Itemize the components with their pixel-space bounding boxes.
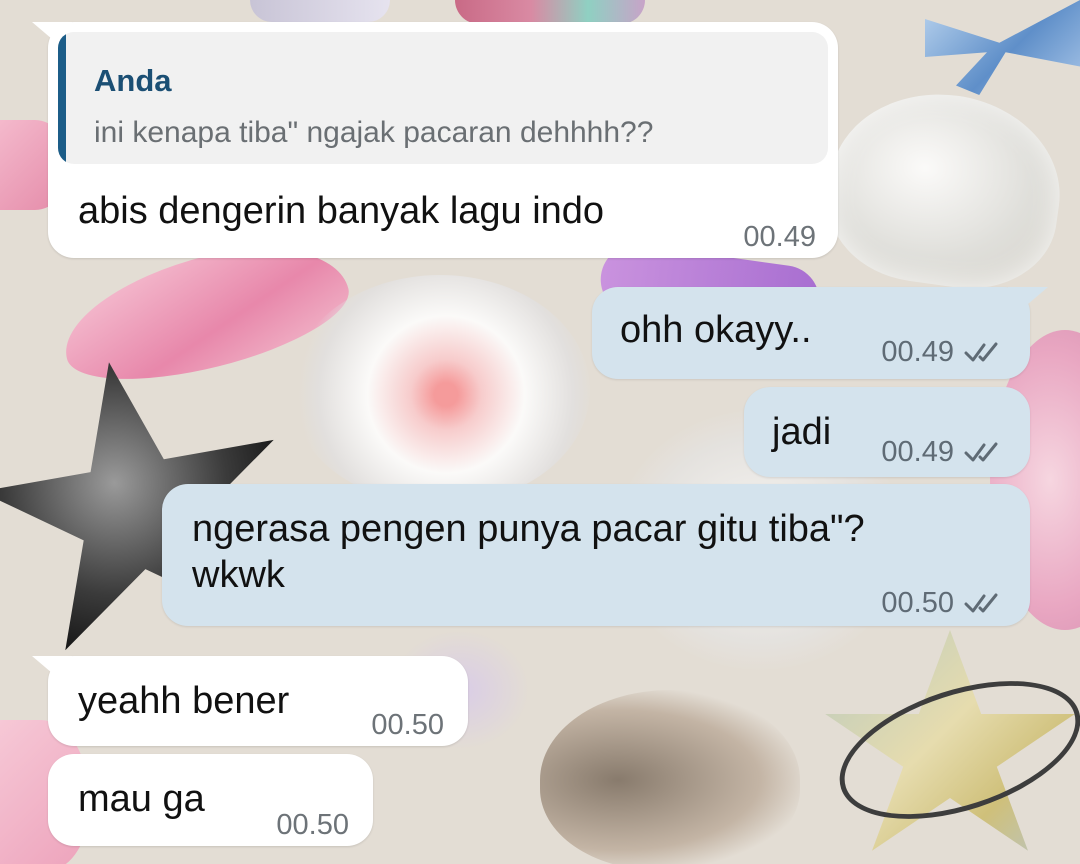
time-label: 00.49 bbox=[881, 336, 954, 368]
quote-text: ini kenapa tiba" ngajak pacaran dehhhh?? bbox=[94, 116, 654, 149]
message-timestamp: 00.50 bbox=[371, 702, 444, 748]
quote-accent-bar bbox=[58, 32, 66, 164]
double-check-icon bbox=[964, 593, 998, 613]
message-text: abis dengerin banyak lagu indo bbox=[78, 190, 605, 232]
message-timestamp: 00.49 bbox=[881, 329, 1004, 375]
message-text: jadi bbox=[772, 411, 832, 453]
wallpaper-decoration bbox=[455, 0, 645, 24]
wallpaper-decoration bbox=[817, 79, 1073, 301]
quote-author: Anda bbox=[94, 63, 172, 98]
time-label: 00.49 bbox=[881, 436, 954, 468]
time-label: 00.50 bbox=[371, 709, 444, 741]
message-bubble-outgoing[interactable]: ohh okayy.. 00.49 bbox=[592, 287, 1048, 379]
message-timestamp: 00.49 bbox=[743, 214, 816, 260]
message-bubble-outgoing[interactable]: jadi 00.49 bbox=[744, 387, 1030, 477]
message-bubble-incoming[interactable]: mau ga 00.50 bbox=[48, 754, 373, 846]
message-bubble-incoming[interactable]: yeahh bener 00.50 bbox=[32, 656, 468, 748]
wallpaper-decoration bbox=[540, 690, 800, 864]
double-check-icon bbox=[964, 342, 998, 362]
message-timestamp: 00.50 bbox=[881, 580, 1004, 626]
message-text: yeahh bener bbox=[78, 680, 290, 722]
reply-quote[interactable]: Anda ini kenapa tiba" ngajak pacaran deh… bbox=[58, 32, 828, 164]
double-check-icon bbox=[964, 442, 998, 462]
message-bubble-incoming[interactable]: Anda ini kenapa tiba" ngajak pacaran deh… bbox=[32, 22, 838, 260]
wallpaper-decoration bbox=[290, 275, 590, 505]
time-label: 00.49 bbox=[743, 221, 816, 253]
wallpaper-decoration bbox=[250, 0, 390, 22]
time-label: 00.50 bbox=[276, 809, 349, 841]
wallpaper-decoration bbox=[925, 0, 1080, 95]
message-text: mau ga bbox=[78, 778, 205, 820]
message-bubble-outgoing[interactable]: ngerasa pengen punya pacar gitu tiba"? w… bbox=[162, 484, 1030, 626]
message-text: ohh okayy.. bbox=[620, 309, 812, 351]
message-text: ngerasa pengen punya pacar gitu tiba"? w… bbox=[192, 508, 865, 596]
time-label: 00.50 bbox=[881, 587, 954, 619]
message-timestamp: 00.50 bbox=[276, 802, 349, 848]
message-timestamp: 00.49 bbox=[881, 429, 1004, 475]
